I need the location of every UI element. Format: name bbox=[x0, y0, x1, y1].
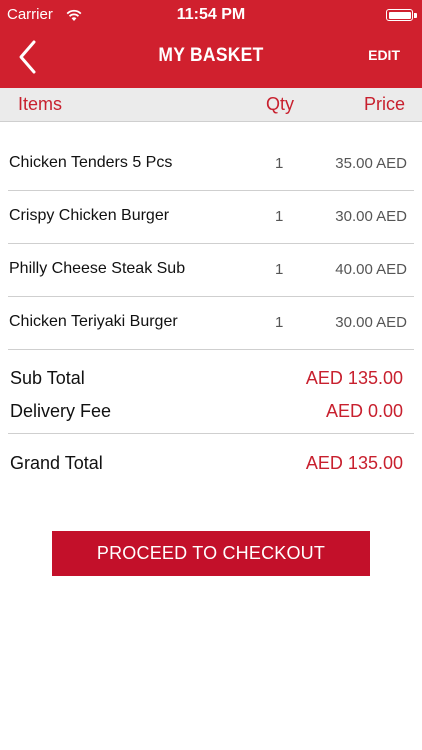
item-price: 30.00 AED bbox=[335, 208, 407, 225]
subtotal-label: Sub Total bbox=[10, 368, 85, 388]
qty-column-label: Qty bbox=[266, 94, 295, 114]
item-qty: 1 bbox=[275, 314, 284, 331]
page-title: MY BASKET bbox=[158, 45, 264, 66]
grand-total-label: Grand Total bbox=[10, 453, 103, 473]
delivery-fee-label: Delivery Fee bbox=[10, 401, 112, 421]
item-price: 35.00 AED bbox=[335, 155, 407, 172]
grand-total-value: AED 135.00 bbox=[305, 453, 403, 473]
item-name: Crispy Chicken Burger bbox=[9, 207, 170, 224]
basket-item[interactable]: Philly Cheese Steak Sub 1 40.00 AED bbox=[0, 244, 422, 297]
proceed-to-checkout-button[interactable]: PROCEED TO CHECKOUT bbox=[52, 531, 370, 576]
item-qty: 1 bbox=[275, 155, 284, 172]
basket-item[interactable]: Chicken Tenders 5 Pcs 1 35.00 AED bbox=[0, 138, 422, 191]
item-price: 30.00 AED bbox=[335, 314, 407, 331]
nav-bar: Carrier 11:54 PM MY BASKET EDIT bbox=[0, 0, 422, 88]
basket-item[interactable]: Crispy Chicken Burger 1 30.00 AED bbox=[0, 191, 422, 244]
item-name: Philly Cheese Steak Sub bbox=[9, 260, 186, 277]
battery-tip bbox=[414, 13, 417, 18]
status-bar: Carrier 11:54 PM bbox=[0, 0, 422, 30]
items-column-label: Items bbox=[18, 94, 63, 114]
edit-button[interactable]: EDIT bbox=[368, 47, 400, 63]
item-qty: 1 bbox=[275, 261, 284, 278]
clock: 11:54 PM bbox=[176, 6, 246, 23]
item-name: Chicken Teriyaki Burger bbox=[9, 313, 178, 330]
basket-item[interactable]: Chicken Teriyaki Burger 1 30.00 AED bbox=[0, 297, 422, 350]
battery-icon bbox=[386, 9, 413, 21]
price-column-label: Price bbox=[363, 94, 405, 114]
item-name: Chicken Tenders 5 Pcs bbox=[9, 154, 173, 171]
item-price: 40.00 AED bbox=[335, 261, 407, 278]
subtotal-value: AED 135.00 bbox=[305, 368, 403, 388]
summary-divider bbox=[8, 433, 414, 434]
item-qty: 1 bbox=[275, 208, 284, 225]
row-divider bbox=[8, 349, 414, 350]
delivery-fee-value: AED 0.00 bbox=[325, 401, 403, 421]
column-header: Items Qty Price bbox=[0, 88, 422, 122]
